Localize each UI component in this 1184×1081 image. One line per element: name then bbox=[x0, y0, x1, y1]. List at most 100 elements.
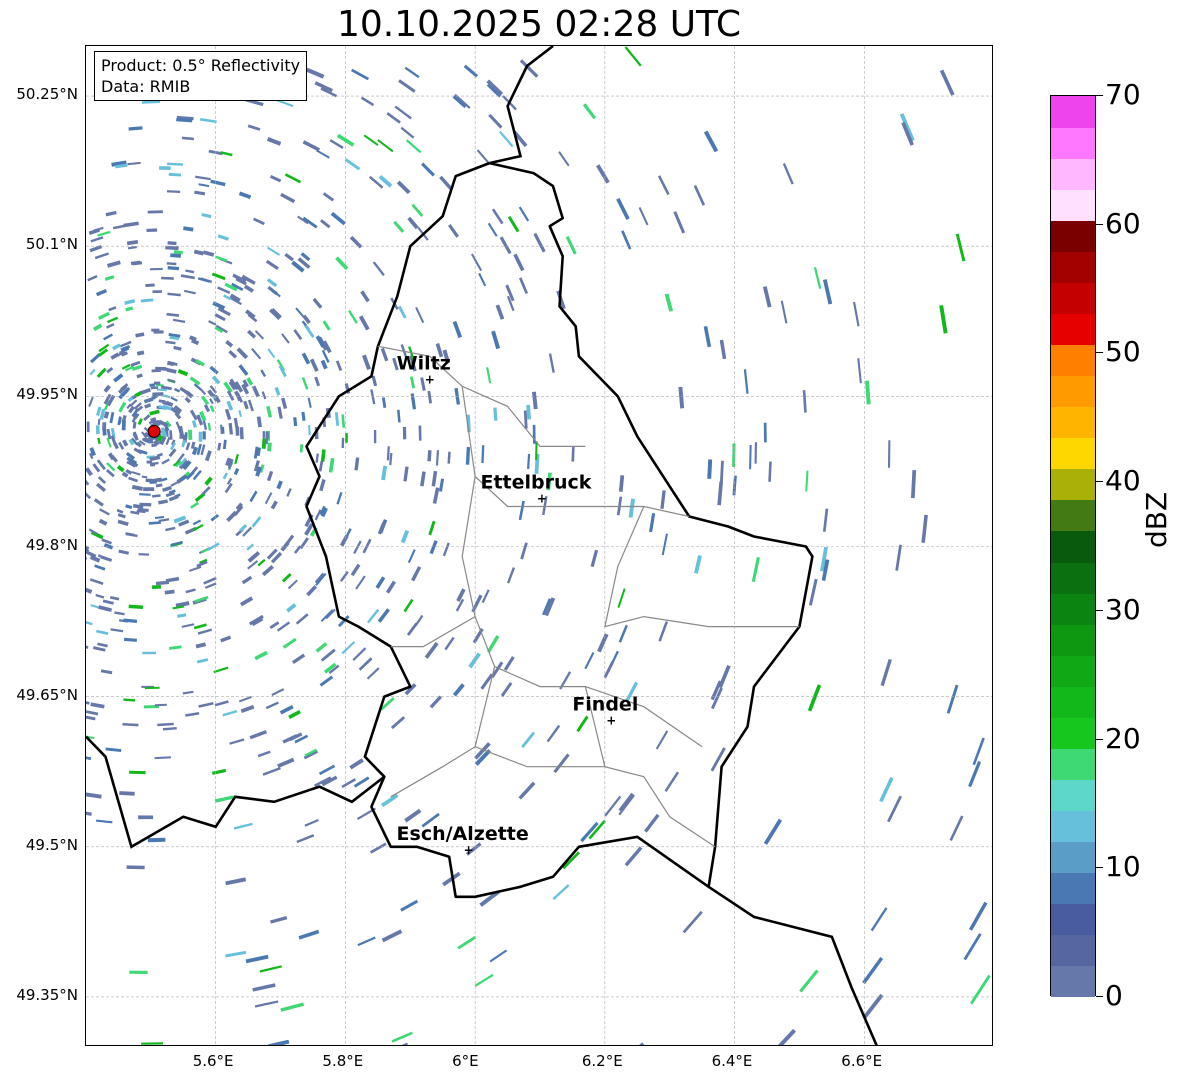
reflectivity-cell bbox=[141, 475, 148, 479]
reflectivity-cell bbox=[269, 175, 282, 183]
reflectivity-cell bbox=[86, 792, 102, 799]
reflectivity-cell bbox=[201, 486, 211, 496]
reflectivity-cell bbox=[617, 588, 626, 608]
reflectivity-cell bbox=[257, 558, 266, 567]
reflectivity-cell bbox=[94, 564, 106, 571]
reflectivity-cell bbox=[301, 352, 311, 365]
reflectivity-cell bbox=[661, 533, 668, 556]
reflectivity-cell bbox=[103, 384, 111, 393]
city-label: Ettelbruck bbox=[480, 471, 591, 493]
reflectivity-cell bbox=[240, 704, 255, 714]
reflectivity-cell bbox=[955, 233, 966, 262]
reflectivity-cell bbox=[181, 136, 194, 141]
reflectivity-cell bbox=[108, 306, 117, 312]
reflectivity-cell bbox=[489, 949, 508, 963]
reflectivity-cell bbox=[330, 211, 346, 226]
reflectivity-cell bbox=[185, 442, 191, 451]
reflectivity-cell bbox=[481, 589, 490, 604]
reflectivity-cell bbox=[264, 492, 273, 505]
reflectivity-cell bbox=[403, 598, 414, 613]
reflectivity-cell bbox=[414, 614, 424, 627]
reflectivity-cell bbox=[407, 549, 416, 564]
reflectivity-cell bbox=[286, 488, 292, 497]
reflectivity-cell bbox=[96, 629, 109, 636]
reflectivity-cell bbox=[302, 140, 321, 152]
reflectivity-cell bbox=[527, 453, 531, 470]
reflectivity-cell bbox=[129, 970, 148, 974]
reflectivity-cell bbox=[128, 476, 138, 483]
reflectivity-cell bbox=[471, 594, 483, 613]
reflectivity-cell bbox=[649, 512, 656, 533]
reflectivity-cell bbox=[109, 596, 120, 601]
colorbar-segment bbox=[1051, 220, 1095, 252]
reflectivity-cell bbox=[147, 210, 163, 214]
reflectivity-cell bbox=[565, 235, 577, 255]
reflectivity-cell bbox=[152, 461, 159, 465]
reflectivity-cell bbox=[315, 642, 328, 653]
reflectivity-cell bbox=[142, 651, 156, 655]
reflectivity-cell bbox=[211, 272, 226, 281]
reflectivity-cell bbox=[362, 538, 372, 554]
reflectivity-cell bbox=[92, 323, 103, 332]
reflectivity-cell bbox=[762, 286, 772, 308]
reflectivity-cell bbox=[491, 330, 501, 350]
reflectivity-cell bbox=[168, 172, 182, 177]
reflectivity-cell bbox=[259, 965, 282, 973]
colorbar-segment bbox=[1051, 562, 1095, 594]
reflectivity-cell bbox=[391, 1031, 413, 1043]
reflectivity-cell bbox=[341, 437, 345, 449]
reflectivity-cell bbox=[119, 791, 135, 796]
reflectivity-cell bbox=[99, 508, 110, 516]
reflectivity-cell bbox=[86, 467, 93, 477]
reflectivity-cell bbox=[243, 400, 249, 410]
reflectivity-cell bbox=[657, 175, 670, 196]
reflectivity-cell bbox=[486, 367, 492, 384]
reflectivity-cell bbox=[97, 476, 107, 485]
reflectivity-cell bbox=[438, 478, 445, 492]
reflectivity-cell bbox=[518, 500, 525, 521]
reflectivity-cell bbox=[409, 376, 416, 389]
reflectivity-cell bbox=[132, 421, 137, 429]
reflectivity-cell bbox=[266, 405, 273, 418]
reflectivity-cell bbox=[238, 410, 242, 417]
reflectivity-cell bbox=[348, 310, 358, 324]
reflectivity-cell bbox=[225, 877, 247, 886]
radar-map[interactable]: + Wiltz + Ettelbruck + Findel + Esch/Alzette bbox=[85, 45, 993, 1046]
reflectivity-cell bbox=[444, 636, 455, 651]
reflectivity-cell bbox=[161, 458, 170, 465]
reflectivity-cell bbox=[238, 696, 252, 703]
reflectivity-cell bbox=[870, 907, 888, 932]
reflectivity-cell bbox=[353, 776, 370, 788]
reflectivity-cell bbox=[225, 950, 247, 958]
reflectivity-cell bbox=[177, 369, 189, 377]
reflectivity-cell bbox=[366, 667, 380, 680]
reflectivity-cell bbox=[234, 454, 239, 465]
colorbar-tick-mark bbox=[1096, 738, 1103, 740]
reflectivity-cell bbox=[107, 316, 119, 324]
reflectivity-cell bbox=[145, 283, 155, 287]
reflectivity-cell bbox=[352, 647, 367, 661]
reflectivity-cell bbox=[456, 588, 466, 602]
reflectivity-cell bbox=[164, 589, 175, 595]
colorbar-tick-mark bbox=[1096, 95, 1103, 96]
reflectivity-cell bbox=[86, 809, 92, 816]
reflectivity-cell bbox=[452, 683, 465, 697]
reflectivity-cell bbox=[381, 929, 403, 943]
reflectivity-cell bbox=[116, 464, 125, 473]
colorbar-segment bbox=[1051, 468, 1095, 501]
reflectivity-cell bbox=[582, 103, 597, 120]
reflectivity-cell bbox=[299, 444, 304, 453]
reflectivity-cell bbox=[400, 529, 410, 544]
reflectivity-cell bbox=[403, 466, 409, 482]
reflectivity-cell bbox=[210, 513, 220, 522]
reflectivity-cell bbox=[135, 332, 145, 338]
reflectivity-cell bbox=[393, 220, 405, 233]
reflectivity-cell bbox=[281, 572, 292, 583]
lat-tick-label: 50.1°N bbox=[25, 235, 78, 254]
reflectivity-cell bbox=[214, 255, 228, 262]
colorbar-segment bbox=[1051, 282, 1095, 314]
reflectivity-cell bbox=[754, 442, 758, 464]
reflectivity-cell bbox=[435, 450, 440, 466]
reflectivity-cell bbox=[350, 563, 361, 577]
reflectivity-cell bbox=[597, 633, 609, 653]
